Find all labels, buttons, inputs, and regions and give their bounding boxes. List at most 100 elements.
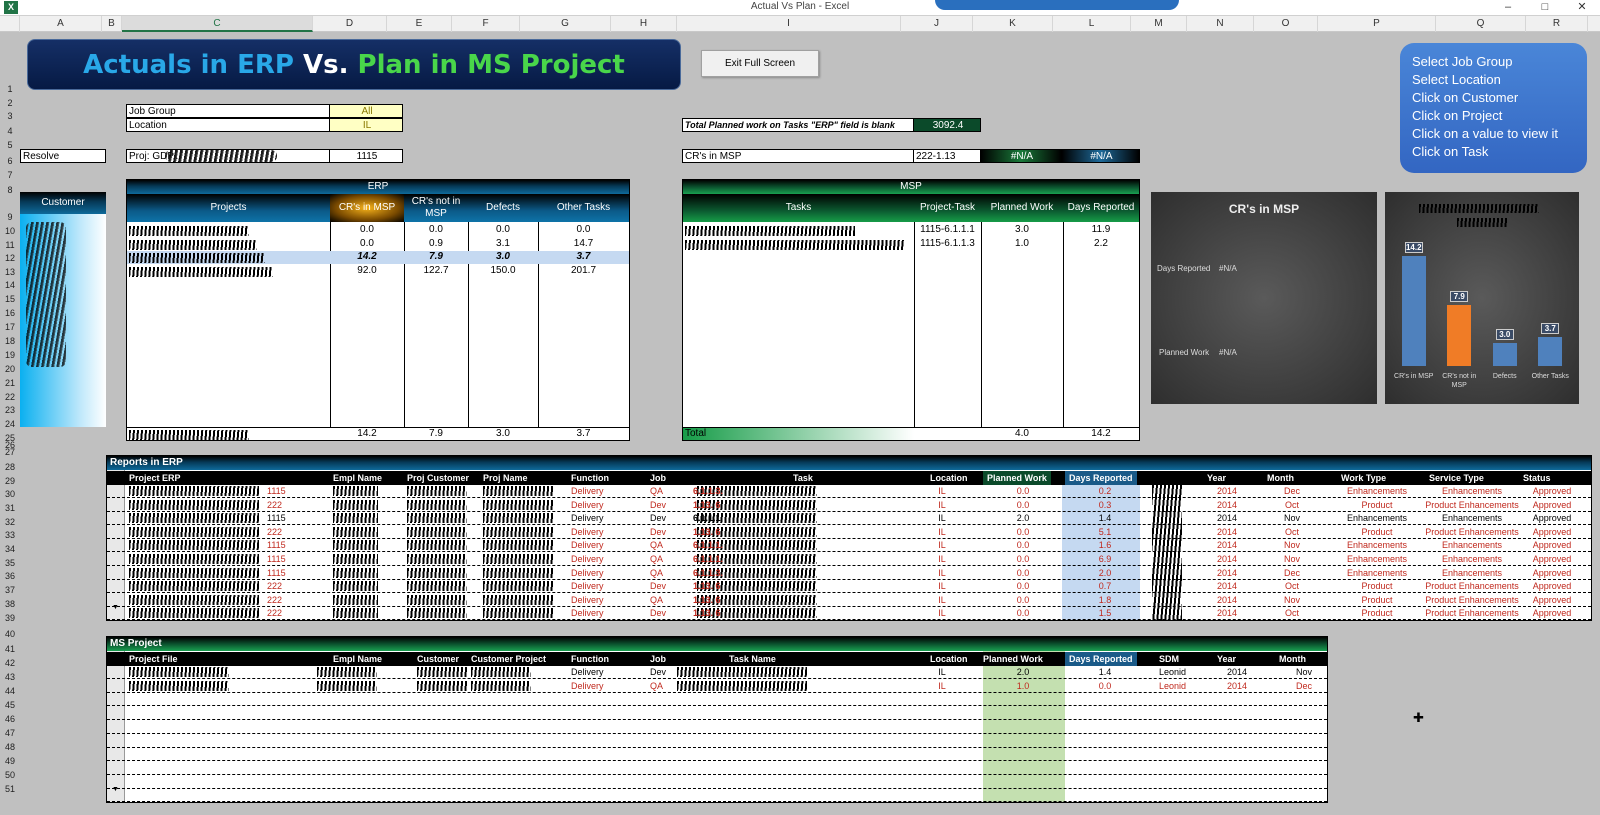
row-header-6[interactable]: 6: [0, 156, 20, 166]
ms-project-header-cell[interactable]: Job: [650, 654, 666, 664]
ms-project-row[interactable]: Delivery QA IL 1.0 0.0 Leonid 2014 Dec: [107, 680, 1327, 693]
erp-value-cell[interactable]: 122.7: [404, 265, 468, 276]
ms-project-header-cell[interactable]: Year: [1217, 654, 1236, 664]
erp-value-cell[interactable]: 0.9: [404, 238, 468, 249]
erp-value-cell[interactable]: 3.0: [468, 251, 538, 262]
column-header-b[interactable]: B: [102, 16, 122, 32]
row-header-16[interactable]: 16: [0, 308, 20, 318]
row-header-3[interactable]: 3: [0, 111, 20, 121]
reports-erp-header-cell[interactable]: Job: [650, 473, 666, 483]
ms-project-header-cell[interactable]: Task Name: [729, 654, 776, 664]
job-group-selector[interactable]: All: [329, 104, 403, 118]
row-header-19[interactable]: 19: [0, 350, 20, 360]
reports-erp-row[interactable]: 222 Delivery Dev 1.13. 6 IL 0.0 5.1 2014 Oct Prod…: [107, 526, 1591, 539]
row-header-42[interactable]: 42: [0, 658, 20, 668]
location-selector[interactable]: IL: [329, 118, 403, 132]
reports-erp-header-cell[interactable]: Service Type: [1429, 473, 1484, 483]
erp-project-row[interactable]: 0.0 0.9 3.1 14.7: [127, 238, 629, 251]
row-header-11[interactable]: 11: [0, 240, 20, 250]
column-header-l[interactable]: L: [1053, 16, 1131, 32]
row-header-13[interactable]: 13: [0, 267, 20, 277]
maximize-icon[interactable]: □: [1527, 0, 1563, 16]
crs-in-msp-chart[interactable]: CR's in MSP Days Reported #N/A Planned W…: [1151, 192, 1377, 404]
row-header-39[interactable]: 39: [0, 613, 20, 623]
ms-project-header-cell[interactable]: Planned Work: [983, 654, 1043, 664]
row-header-41[interactable]: 41: [0, 644, 20, 654]
column-header-k[interactable]: K: [973, 16, 1053, 32]
reports-erp-row[interactable]: 222 Delivery Dev 1.13. 6 IL 0.0 0.3 2014 Oct Prod…: [107, 499, 1591, 512]
row-header-50[interactable]: 50: [0, 770, 20, 780]
erp-value-cell[interactable]: 92.0: [330, 265, 404, 276]
column-header-p[interactable]: P: [1318, 16, 1436, 32]
row-header-20[interactable]: 20: [0, 364, 20, 374]
erp-value-cell[interactable]: 14.2: [330, 251, 404, 262]
column-header-a[interactable]: A: [20, 16, 102, 32]
selected-customer-cell[interactable]: Resolve: [20, 149, 106, 163]
ms-project-header-cell[interactable]: Customer: [417, 654, 459, 664]
ms-project-header-cell[interactable]: Month: [1279, 654, 1306, 664]
reports-erp-row[interactable]: 1115 Delivery QA 6.1.1.3. IL 0.0 0.2 2014 Dec Enh…: [107, 485, 1591, 498]
row-header-35[interactable]: 35: [0, 558, 20, 568]
erp-value-cell[interactable]: 7.9: [404, 251, 468, 262]
erp-value-cell[interactable]: 0.0: [538, 224, 629, 235]
ms-project-header-cell[interactable]: Empl Name: [333, 654, 382, 664]
reports-erp-header-cell[interactable]: Status: [1523, 473, 1551, 483]
row-header-27[interactable]: 27: [0, 447, 20, 457]
erp-header-crs-in-msp[interactable]: CR's in MSP: [330, 194, 404, 222]
chart-bar[interactable]: [1401, 255, 1426, 366]
select-all-corner[interactable]: [0, 16, 20, 32]
row-header-46[interactable]: 46: [0, 714, 20, 724]
project-breakdown-chart[interactable]: 14.2 7.9 3.0 3.7 CR's in MSP CR's not in MSP…: [1385, 192, 1579, 404]
row-header-14[interactable]: 14: [0, 280, 20, 290]
row-header-2[interactable]: 2: [0, 98, 20, 108]
ms-project-row[interactable]: [107, 748, 1327, 762]
erp-header-crs-not-in-msp[interactable]: CR's not in MSP: [404, 194, 468, 222]
row-header-23[interactable]: 23: [0, 405, 20, 415]
row-header-29[interactable]: 29: [0, 476, 20, 486]
msp-value-cell[interactable]: 1.0: [981, 238, 1063, 249]
row-header-45[interactable]: 45: [0, 700, 20, 710]
erp-project-row[interactable]: 14.2 7.9 3.0 3.7: [127, 251, 629, 264]
reports-erp-header-cell[interactable]: Location: [930, 473, 968, 483]
column-header-f[interactable]: F: [452, 16, 520, 32]
row-header-31[interactable]: 31: [0, 503, 20, 513]
row-header-44[interactable]: 44: [0, 686, 20, 696]
chart-bar[interactable]: [1492, 342, 1517, 366]
reports-erp-header-cell[interactable]: Proj Name: [483, 473, 528, 483]
row-header-40[interactable]: 40: [0, 629, 20, 639]
row-header-24[interactable]: 24: [0, 419, 20, 429]
column-header-q[interactable]: Q: [1436, 16, 1526, 32]
ms-project-row[interactable]: [107, 693, 1327, 707]
column-header-m[interactable]: M: [1131, 16, 1187, 32]
reports-erp-header-cell[interactable]: Planned Work: [983, 471, 1051, 485]
ms-project-header-cell[interactable]: Location: [930, 654, 968, 664]
erp-value-cell[interactable]: 3.7: [538, 251, 629, 262]
ms-project-row[interactable]: [107, 762, 1327, 775]
row-header-1[interactable]: 1: [0, 84, 20, 94]
msp-value-cell[interactable]: 1115-6.1.1.1: [914, 224, 981, 235]
column-header-g[interactable]: G: [520, 16, 611, 32]
ms-project-row[interactable]: Delivery Dev IL 2.0 1.4 Leonid 2014 Nov: [107, 666, 1327, 679]
ms-project-row[interactable]: [107, 776, 1327, 789]
column-header-i[interactable]: I: [677, 16, 901, 32]
reports-erp-header-cell[interactable]: Year: [1207, 473, 1226, 483]
reports-erp-header-cell[interactable]: Days Reported: [1065, 471, 1137, 485]
ms-project-row[interactable]: [107, 735, 1327, 748]
reports-erp-header-cell[interactable]: Task: [793, 473, 813, 483]
erp-project-row[interactable]: 92.0 122.7 150.0 201.7: [127, 265, 629, 278]
reports-erp-row[interactable]: 222 Delivery Dev 1.13. 6 IL 0.0 0.7 2014 Oct Prod…: [107, 580, 1591, 594]
row-header-37[interactable]: 37: [0, 585, 20, 595]
row-header-18[interactable]: 18: [0, 336, 20, 346]
column-header-j[interactable]: J: [901, 16, 973, 32]
row-header-43[interactable]: 43: [0, 672, 20, 682]
ribbon-toggle-tab[interactable]: [935, 0, 1179, 10]
reports-erp-row[interactable]: 222 Delivery Dev 1.13. 6 IL 0.0 1.5 2014 Oct Prod…: [107, 607, 1591, 621]
ms-project-header-cell[interactable]: Customer Project: [471, 654, 546, 664]
reports-erp-row[interactable]: 1115 Delivery Dev 6.1.1.1. IL 2.0 1.4 2014 Nov En…: [107, 512, 1591, 526]
column-header-n[interactable]: N: [1187, 16, 1254, 32]
reports-erp-header-cell[interactable]: Month: [1267, 473, 1294, 483]
column-header-d[interactable]: D: [313, 16, 387, 32]
customer-slicer[interactable]: Customer: [20, 192, 106, 427]
msp-task-row[interactable]: 1115-6.1.1.3 1.0 2.2: [683, 238, 1139, 251]
row-header-38[interactable]: 38: [0, 599, 20, 609]
